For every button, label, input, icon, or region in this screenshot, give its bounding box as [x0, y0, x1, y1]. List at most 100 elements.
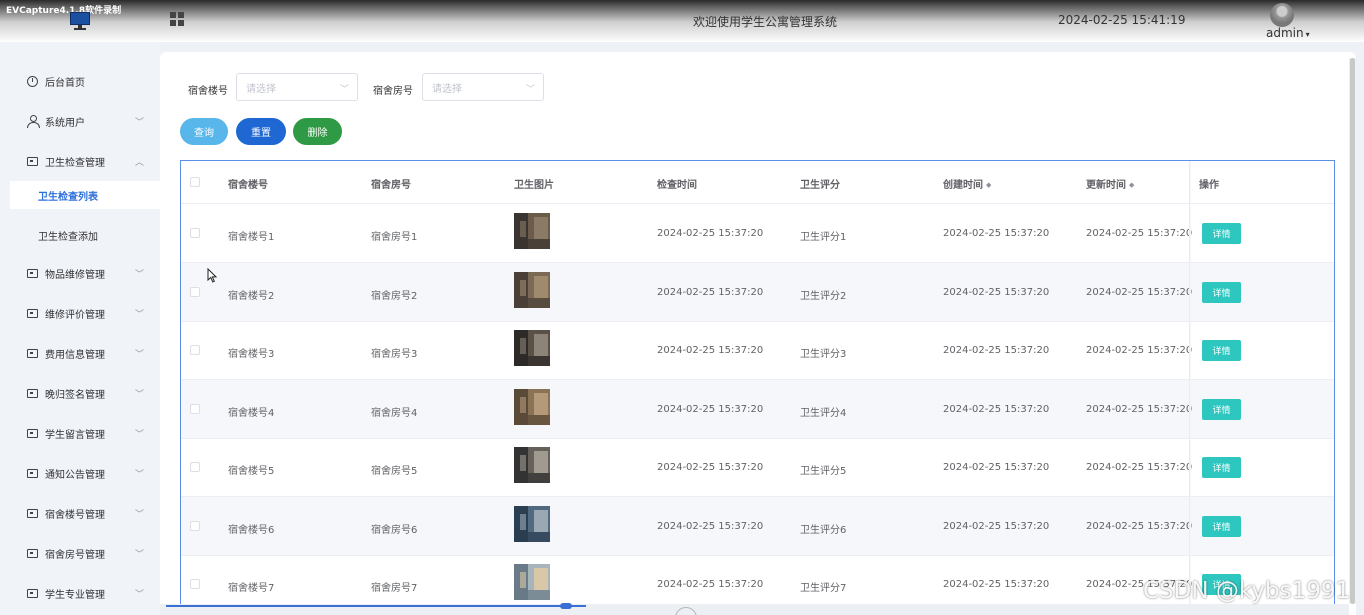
header-operation: 操作 — [1199, 180, 1219, 191]
card-icon — [26, 267, 38, 279]
row-checkbox[interactable] — [190, 462, 200, 472]
sidebar-item-messages[interactable]: 学生留言管理 ﹀ — [0, 415, 160, 451]
sidebar-item-home[interactable]: 后台首页 — [0, 63, 160, 99]
sidebar-item-label: 学生专业管理 — [45, 589, 105, 601]
hygiene-photo[interactable] — [514, 505, 550, 542]
cell-updated: 2024-02-25 15:37:20 — [1086, 286, 1193, 298]
reset-button[interactable]: 重置 — [236, 118, 286, 145]
detail-button[interactable]: 详情 — [1202, 515, 1241, 537]
detail-button[interactable]: 详情 — [1202, 281, 1241, 303]
top-bar: EVCapture4.1.8软件录制 欢迎使用学生公寓管理系统 2024-02-… — [0, 0, 1364, 42]
delete-button[interactable]: 删除 — [293, 118, 342, 145]
sidebar-item-majors[interactable]: 学生专业管理 ﹀ — [0, 575, 160, 611]
cell-score: 卫生评分6 — [800, 524, 847, 536]
building-select[interactable]: 请选择 ﹀ — [236, 73, 358, 101]
sidebar-item-repair-review[interactable]: 维修评价管理 ﹀ — [0, 295, 160, 331]
row-checkbox[interactable] — [190, 345, 200, 355]
sidebar-item-buildings[interactable]: 宿舍楼号管理 ﹀ — [0, 495, 160, 531]
sidebar-item-system-users[interactable]: 系统用户 ﹀ — [0, 103, 160, 139]
detail-button[interactable]: 详情 — [1202, 457, 1241, 478]
table-row: 宿舍楼号6 宿舍房号6 2024-02-25 15:37:20 卫生评分6 2024-0… — [181, 496, 1334, 556]
cell-score: 卫生评分1 — [800, 232, 847, 243]
sidebar-subitem-hygiene-add[interactable]: 卫生检查添加 — [10, 221, 160, 249]
scrollbar-thumb[interactable] — [560, 603, 572, 609]
vertical-scrollbar[interactable] — [1349, 58, 1356, 604]
avatar[interactable] — [1270, 3, 1294, 27]
detail-button[interactable]: 详情 — [1202, 223, 1241, 244]
card-icon — [26, 507, 38, 519]
user-icon — [26, 115, 40, 128]
hygiene-photo[interactable] — [514, 388, 550, 425]
hygiene-photo[interactable] — [514, 447, 550, 483]
card-icon — [26, 587, 38, 599]
recorder-title: EVCapture4.1.8软件录制 — [6, 6, 122, 16]
room-select[interactable]: 请选择 ﹀ — [422, 73, 544, 101]
row-checkbox[interactable] — [190, 520, 200, 531]
sidebar-item-label: 后台首页 — [45, 77, 85, 89]
sidebar-item-label: 宿舍楼号管理 — [45, 509, 105, 521]
fixed-column-divider — [1189, 161, 1191, 615]
chevron-down-icon: ﹀ — [134, 430, 144, 440]
user-name: admin — [1266, 26, 1304, 40]
sidebar-item-late-return[interactable]: 晚归签名管理 ﹀ — [0, 375, 160, 411]
card-icon — [26, 427, 38, 439]
cell-updated: 2024-02-25 15:37:20 — [1086, 520, 1193, 532]
user-menu[interactable]: admin ▾ — [1266, 26, 1310, 40]
cell-score: 卫生评分4 — [800, 407, 847, 419]
sidebar-item-fees[interactable]: 费用信息管理 ﹀ — [0, 335, 160, 371]
row-checkbox[interactable] — [190, 579, 200, 589]
cell-created: 2024-02-25 15:37:20 — [943, 345, 1050, 356]
cell-check-time: 2024-02-25 15:37:20 — [657, 345, 764, 356]
menu-grid-icon[interactable] — [170, 12, 185, 27]
table-row: 宿舍楼号2 宿舍房号2 2024-02-25 15:37:20 卫生评分2 2024-0… — [181, 262, 1334, 322]
cell-room: 宿舍房号3 — [371, 349, 418, 360]
hygiene-photo[interactable] — [514, 271, 550, 308]
caret-down-icon: ▾ — [1305, 30, 1310, 39]
detail-button[interactable]: 详情 — [1202, 340, 1241, 361]
cell-room: 宿舍房号4 — [371, 407, 418, 419]
sort-icon[interactable]: ◆ — [986, 181, 991, 189]
header-updated[interactable]: 更新时间 ◆ — [1086, 176, 1134, 191]
hygiene-photo[interactable] — [514, 330, 550, 366]
chevron-down-icon: ﹀ — [134, 590, 144, 600]
building-filter-label: 宿舍楼号 — [188, 86, 228, 97]
row-checkbox[interactable] — [190, 286, 200, 297]
cell-updated: 2024-02-25 15:37:20 — [1086, 403, 1193, 415]
horizontal-scrollbar[interactable] — [160, 603, 1349, 615]
header-building: 宿舍楼号 — [228, 180, 268, 191]
sidebar-subitem-hygiene-list[interactable]: 卫生检查列表 — [10, 181, 160, 209]
chevron-down-icon: ﹀ — [134, 550, 144, 560]
cell-room: 宿舍房号6 — [371, 524, 418, 536]
cell-created: 2024-02-25 15:37:20 — [943, 228, 1050, 239]
table-row: 宿舍楼号4 宿舍房号4 2024-02-25 15:37:20 卫生评分4 2024-0… — [181, 379, 1334, 439]
cell-created: 2024-02-25 15:37:20 — [943, 520, 1050, 532]
header-score: 卫生评分 — [800, 180, 840, 191]
select-all-checkbox[interactable] — [190, 177, 200, 187]
cell-check-time: 2024-02-25 15:37:20 — [657, 403, 764, 415]
mouse-cursor-icon — [207, 268, 217, 283]
card-icon — [26, 387, 38, 399]
cell-check-time: 2024-02-25 15:37:20 — [657, 286, 764, 298]
card-icon — [26, 307, 38, 319]
sidebar-item-notices[interactable]: 通知公告管理 ﹀ — [0, 455, 160, 491]
chevron-down-icon: ﹀ — [134, 390, 144, 400]
sidebar-item-hygiene[interactable]: 卫生检查管理 ︿ — [0, 143, 160, 179]
cell-check-time: 2024-02-25 15:37:20 — [657, 228, 764, 239]
row-checkbox[interactable] — [190, 228, 200, 238]
query-button[interactable]: 查询 — [180, 118, 228, 145]
cell-building: 宿舍楼号4 — [228, 407, 275, 419]
hygiene-photo[interactable] — [514, 564, 550, 600]
sidebar-item-repair[interactable]: 物品维修管理 ﹀ — [0, 255, 160, 291]
clock-icon — [26, 75, 38, 87]
scrollbar-thumb[interactable] — [1350, 58, 1355, 604]
sort-icon[interactable]: ◆ — [1129, 181, 1134, 189]
detail-button[interactable]: 详情 — [1202, 398, 1241, 420]
sidebar-item-label: 通知公告管理 — [45, 469, 105, 481]
hygiene-photo[interactable] — [514, 213, 550, 249]
row-checkbox[interactable] — [190, 403, 200, 414]
header-created[interactable]: 创建时间 ◆ — [943, 176, 991, 191]
sidebar-item-label: 卫生检查管理 — [45, 157, 105, 169]
cell-check-time: 2024-02-25 15:37:20 — [657, 462, 764, 473]
sidebar-item-rooms[interactable]: 宿舍房号管理 ﹀ — [0, 535, 160, 571]
chevron-down-icon: ﹀ — [525, 85, 535, 95]
